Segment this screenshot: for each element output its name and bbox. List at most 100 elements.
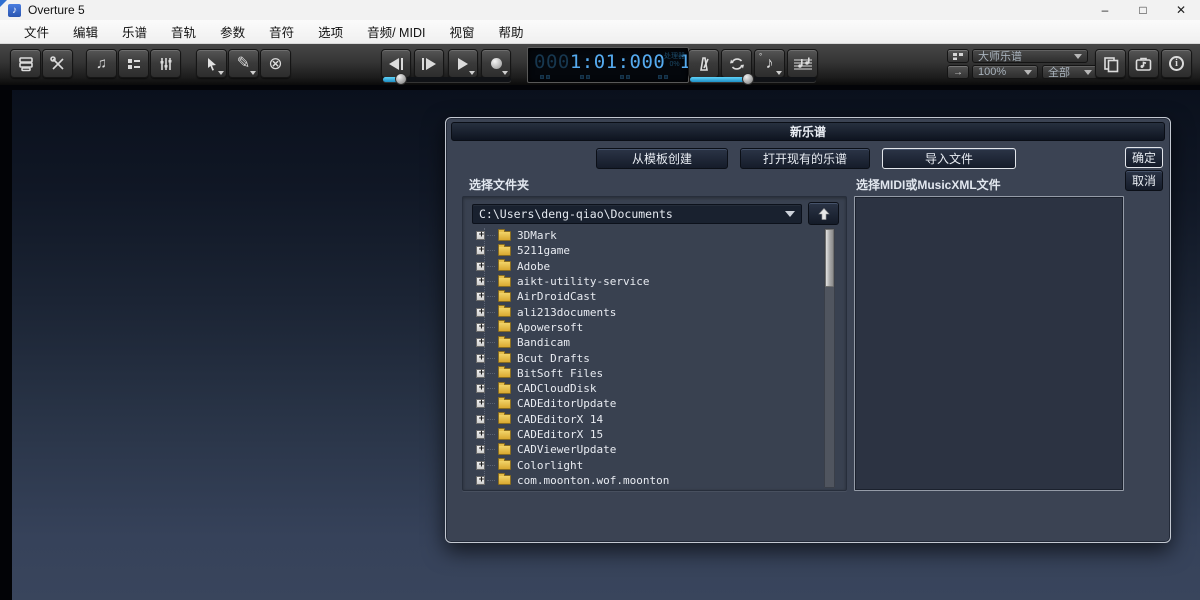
expand-plus-icon[interactable]	[476, 292, 485, 301]
folder-name[interactable]: 3DMark	[517, 229, 557, 242]
menu-item[interactable]: 选项	[306, 19, 355, 44]
folder-tree-row[interactable]: 3DMark	[467, 228, 819, 243]
folder-tree-row[interactable]: CADEditorX 14	[467, 412, 819, 427]
expand-plus-icon[interactable]	[476, 445, 485, 454]
folder-tree-row[interactable]: Apowersoft	[467, 320, 819, 335]
folder-up-button[interactable]	[808, 202, 839, 225]
expand-plus-icon[interactable]	[476, 399, 485, 408]
import-file-button[interactable]: 导入文件	[882, 148, 1016, 169]
expand-plus-icon[interactable]	[476, 384, 485, 393]
slider-knob[interactable]	[742, 73, 754, 85]
expand-plus-icon[interactable]	[476, 369, 485, 378]
midi-file-listbox[interactable]	[854, 196, 1124, 491]
zoom-select-dropdown[interactable]: 100%	[972, 65, 1038, 79]
cancel-button[interactable]: 取消	[1125, 170, 1163, 191]
folder-name[interactable]: CADEditorX 15	[517, 428, 603, 441]
folder-tree-row[interactable]: ali213documents	[467, 304, 819, 319]
folder-tree-row[interactable]: BitSoft Files	[467, 366, 819, 381]
folder-tree-row[interactable]: CADViewerUpdate	[467, 442, 819, 457]
folder-tree-row[interactable]: AirDroidCast	[467, 289, 819, 304]
from-template-button[interactable]: 从模板创建	[596, 148, 728, 169]
folder-name[interactable]: BitSoft Files	[517, 367, 603, 380]
folder-tree-row[interactable]: CADCloudDisk	[467, 381, 819, 396]
metronome-button[interactable]	[688, 49, 719, 78]
menu-item[interactable]: 乐谱	[110, 19, 159, 44]
open-existing-button[interactable]: 打开现有的乐谱	[740, 148, 870, 169]
menu-item[interactable]: 帮助	[486, 19, 535, 44]
eraser-tool-button[interactable]: ⊗	[260, 49, 291, 78]
menu-item[interactable]: 音频/ MIDI	[355, 19, 437, 44]
score-manager-button[interactable]	[947, 49, 969, 63]
folder-name[interactable]: CADEditorUpdate	[517, 397, 616, 410]
folder-name[interactable]: CADCloudDisk	[517, 382, 596, 395]
ok-button[interactable]: 确定	[1125, 147, 1163, 168]
music-library-button[interactable]	[1128, 49, 1159, 78]
expand-plus-icon[interactable]	[476, 430, 485, 439]
select-tool-button[interactable]	[196, 49, 227, 78]
folder-name[interactable]: Bcut Drafts	[517, 352, 590, 365]
expand-plus-icon[interactable]	[476, 354, 485, 363]
maximize-button[interactable]: □	[1124, 0, 1162, 20]
notation-button[interactable]: ♫	[86, 49, 117, 78]
folder-name[interactable]: aikt-utility-service	[517, 275, 649, 288]
go-arrow-button[interactable]: →	[947, 65, 969, 79]
play-button[interactable]	[448, 49, 478, 78]
folder-tree-row[interactable]: Adobe	[467, 259, 819, 274]
folder-tree-row[interactable]: aikt-utility-service	[467, 274, 819, 289]
expand-plus-icon[interactable]	[476, 461, 485, 470]
score-select-dropdown[interactable]: 大师乐谱	[972, 49, 1088, 63]
folder-name[interactable]: CADViewerUpdate	[517, 443, 616, 456]
close-button[interactable]: ✕	[1162, 0, 1200, 20]
expand-plus-icon[interactable]	[476, 308, 485, 317]
mixer-button[interactable]	[150, 49, 181, 78]
folder-tree-row[interactable]: CADEditorUpdate	[467, 396, 819, 411]
slider-knob[interactable]	[395, 73, 407, 85]
folder-name[interactable]: CADEditorX 14	[517, 413, 603, 426]
menu-item[interactable]: 音轨	[159, 19, 208, 44]
expand-plus-icon[interactable]	[476, 277, 485, 286]
record-button[interactable]	[481, 49, 511, 78]
note-duration-button[interactable]: ♪ °	[754, 49, 785, 78]
tree-scrollbar[interactable]	[824, 228, 835, 488]
expand-plus-icon[interactable]	[476, 476, 485, 485]
filter-select-dropdown[interactable]: 全部	[1042, 65, 1098, 79]
menu-item[interactable]: 参数	[208, 19, 257, 44]
librarian-button[interactable]	[10, 49, 41, 78]
track-list-button[interactable]	[118, 49, 149, 78]
expand-plus-icon[interactable]	[476, 231, 485, 240]
minimize-button[interactable]: –	[1086, 0, 1124, 20]
dialog-title-bar[interactable]: 新乐谱	[451, 122, 1165, 141]
folder-tree-row[interactable]: CADEditorX 15	[467, 427, 819, 442]
step-forward-button[interactable]	[414, 49, 444, 78]
tempo-slider[interactable]	[690, 77, 816, 82]
transport-position-slider[interactable]	[383, 77, 511, 82]
folder-name[interactable]: AirDroidCast	[517, 290, 596, 303]
expand-plus-icon[interactable]	[476, 262, 485, 271]
tools-button[interactable]	[42, 49, 73, 78]
path-dropdown[interactable]: C:\Users\deng-qiao\Documents	[472, 204, 802, 224]
pencil-tool-button[interactable]: ✎	[228, 49, 259, 78]
info-button[interactable]: i	[1161, 49, 1192, 78]
expand-plus-icon[interactable]	[476, 415, 485, 424]
expand-plus-icon[interactable]	[476, 323, 485, 332]
folder-name[interactable]: 5211game	[517, 244, 570, 257]
menu-item[interactable]: 视窗	[437, 19, 486, 44]
folder-name[interactable]: com.moonton.wof.moonton	[517, 474, 669, 487]
folder-name[interactable]: ali213documents	[517, 306, 616, 319]
scrollbar-thumb[interactable]	[825, 229, 834, 287]
menu-item[interactable]: 编辑	[61, 19, 110, 44]
menu-item[interactable]: 音符	[257, 19, 306, 44]
menu-item[interactable]: 文件	[12, 19, 61, 44]
expand-plus-icon[interactable]	[476, 338, 485, 347]
folder-name[interactable]: Adobe	[517, 260, 550, 273]
folder-tree-row[interactable]: Bandicam	[467, 335, 819, 350]
folder-tree-row[interactable]: Bcut Drafts	[467, 350, 819, 365]
folder-tree-row[interactable]: Colorlight	[467, 457, 819, 472]
folder-name[interactable]: Bandicam	[517, 336, 570, 349]
folder-tree-row[interactable]: com.moonton.wof.moonton	[467, 473, 819, 488]
copy-pages-button[interactable]	[1095, 49, 1126, 78]
folder-name[interactable]: Apowersoft	[517, 321, 583, 334]
expand-plus-icon[interactable]	[476, 246, 485, 255]
folder-name[interactable]: Colorlight	[517, 459, 583, 472]
folder-tree-row[interactable]: 5211game	[467, 243, 819, 258]
